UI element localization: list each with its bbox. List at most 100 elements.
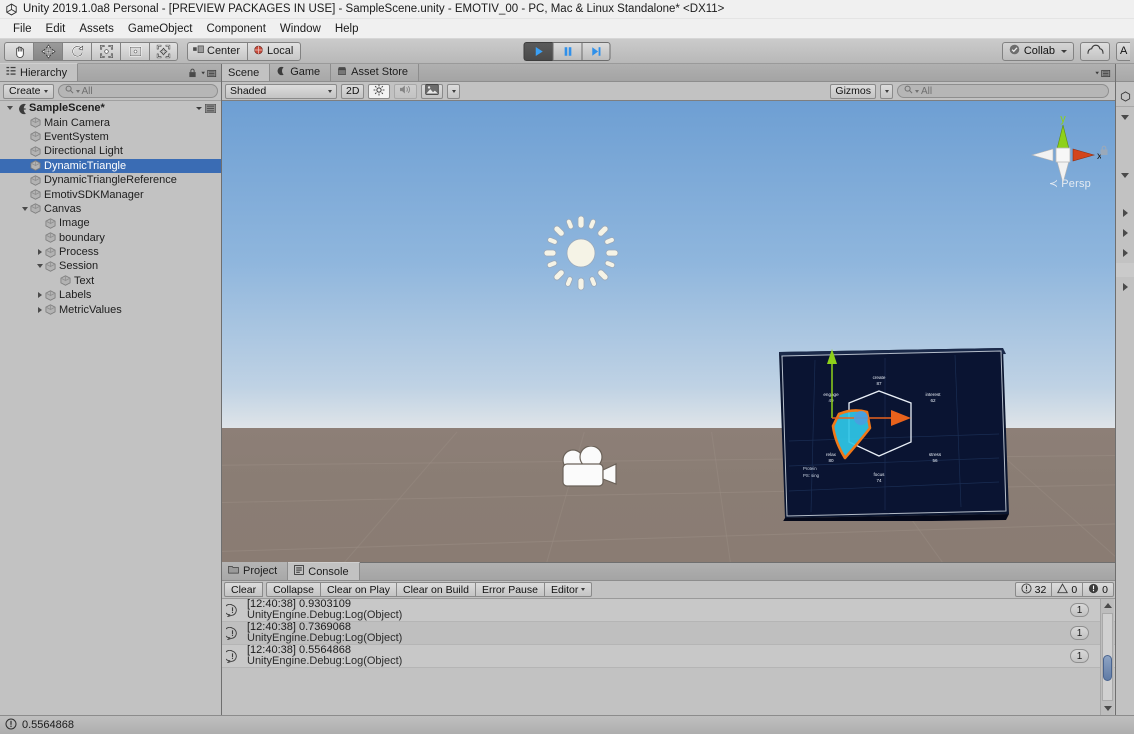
hierarchy-item-dynamictrianglereference[interactable]: DynamicTriangleReference: [0, 173, 221, 187]
lock-icon[interactable]: [188, 68, 197, 81]
scroll-up-arrow[interactable]: [1101, 599, 1114, 612]
gameobject-icon: [30, 131, 41, 143]
tab-asset-store[interactable]: Asset Store: [331, 63, 420, 81]
cloud-button[interactable]: [1080, 41, 1110, 61]
scroll-down-arrow[interactable]: [1101, 702, 1114, 715]
console-log-entry[interactable]: [12:40:38] 0.9303109 UnityEngine.Debug:Lo…: [222, 599, 1115, 622]
hierarchy-item-emotivsdkmanager[interactable]: EmotivSDKManager: [0, 187, 221, 201]
hierarchy-item-text[interactable]: Text: [0, 274, 221, 288]
toggle-effects-button[interactable]: [421, 83, 444, 99]
move-tool-button[interactable]: [33, 41, 62, 61]
projection-mode-label[interactable]: ≺ Persp: [1049, 177, 1091, 190]
scale-tool-button[interactable]: [91, 41, 120, 61]
inspector-foldout-6[interactable]: [1116, 277, 1134, 297]
gizmos-dropdown-arrow[interactable]: [880, 83, 893, 99]
directional-light-gizmo[interactable]: [542, 214, 620, 292]
toggle-audio-button[interactable]: [394, 83, 418, 99]
draw-mode-dropdown[interactable]: Shaded: [225, 83, 337, 99]
scene-search-input[interactable]: All: [897, 84, 1109, 98]
hierarchy-item-process[interactable]: Process: [0, 245, 221, 259]
hierarchy-item-directional-light[interactable]: Directional Light: [0, 144, 221, 158]
hierarchy-item-main-camera[interactable]: Main Camera: [0, 115, 221, 129]
hierarchy-item-labels[interactable]: Labels: [0, 288, 221, 302]
editor-dropdown[interactable]: Editor: [543, 582, 593, 597]
expander[interactable]: [34, 249, 45, 256]
tab-game[interactable]: Game: [270, 63, 332, 81]
inspector-tabstrip[interactable]: [1116, 64, 1134, 82]
play-button[interactable]: [523, 41, 553, 61]
error-count[interactable]: 0: [1082, 582, 1114, 597]
expander[interactable]: [4, 106, 15, 111]
menu-component[interactable]: Component: [199, 21, 272, 37]
hierarchy-panel: Hierarchy Create All SampleScene* Main C…: [0, 63, 222, 715]
emotiv-metrics-canvas[interactable]: create 87 interest 62 stress 56 focus 74 rel…: [775, 346, 1013, 523]
rect-tool-button[interactable]: [120, 41, 149, 61]
panel-menu-icon[interactable]: [201, 69, 217, 81]
inspector-foldout-1[interactable]: [1116, 107, 1134, 127]
menu-edit[interactable]: Edit: [39, 21, 73, 37]
scrollbar-thumb[interactable]: [1103, 655, 1112, 682]
hierarchy-item-session[interactable]: Session: [0, 259, 221, 273]
collab-button[interactable]: Collab: [1001, 41, 1074, 61]
expander[interactable]: [19, 206, 30, 211]
handle-mode-button[interactable]: Local: [247, 41, 302, 61]
gizmos-dropdown[interactable]: Gizmos: [830, 83, 876, 99]
hierarchy-item-dynamictriangle[interactable]: DynamicTriangle: [0, 158, 221, 173]
console-scrollbar[interactable]: [1100, 599, 1114, 715]
hierarchy-item-eventsystem[interactable]: EventSystem: [0, 130, 221, 144]
main-camera-gizmo[interactable]: [558, 445, 622, 491]
inspector-foldout-2[interactable]: [1116, 165, 1134, 185]
hierarchy-item-image[interactable]: Image: [0, 216, 221, 230]
warning-count[interactable]: 0: [1051, 582, 1084, 597]
hierarchy-search-input[interactable]: All: [57, 84, 218, 98]
inspector-foldout-4[interactable]: [1116, 223, 1134, 243]
info-count[interactable]: 32: [1014, 582, 1053, 597]
tab-scene[interactable]: Scene: [222, 63, 271, 81]
toggle-2d-button[interactable]: 2D: [341, 83, 365, 99]
panel-menu-icon[interactable]: [1095, 69, 1111, 81]
clear-on-build-button[interactable]: Clear on Build: [395, 582, 476, 597]
console-log-list[interactable]: [12:40:38] 0.9303109 UnityEngine.Debug:Lo…: [222, 599, 1115, 715]
expander[interactable]: [34, 264, 45, 269]
menu-assets[interactable]: Assets: [72, 21, 121, 37]
inspector-component-header[interactable]: [1116, 86, 1134, 106]
scrollbar-track[interactable]: [1102, 613, 1113, 701]
step-button[interactable]: [581, 41, 611, 61]
account-button[interactable]: A: [1116, 41, 1130, 61]
error-pause-button[interactable]: Error Pause: [474, 582, 545, 597]
collapse-button[interactable]: Collapse: [266, 582, 321, 597]
menu-file[interactable]: File: [6, 21, 39, 37]
tab-hierarchy[interactable]: Hierarchy: [0, 63, 79, 81]
expander[interactable]: [34, 292, 45, 299]
console-log-entry[interactable]: [12:40:38] 0.5564868 UnityEngine.Debug:Lo…: [222, 644, 1115, 668]
console-entry-text: [12:40:38] 0.5564868 UnityEngine.Debug:Lo…: [242, 644, 402, 668]
hierarchy-tree[interactable]: SampleScene* Main Camera EventSystem Direct…: [0, 101, 221, 715]
menu-window[interactable]: Window: [273, 21, 328, 37]
scene-lock-icon[interactable]: [1099, 145, 1109, 159]
inspector-foldout-5[interactable]: [1116, 243, 1134, 263]
rotate-tool-button[interactable]: [62, 41, 91, 61]
toggle-lighting-button[interactable]: [368, 83, 391, 99]
console-log-entry[interactable]: [12:40:38] 0.7369068 UnityEngine.Debug:Lo…: [222, 621, 1115, 645]
hierarchy-item-samplescene[interactable]: SampleScene*: [0, 101, 221, 115]
status-bar[interactable]: 0.5564868: [0, 715, 1134, 734]
menu-help[interactable]: Help: [328, 21, 366, 37]
hand-tool-button[interactable]: [4, 41, 33, 61]
scene-viewport[interactable]: create 87 interest 62 stress 56 focus 74 rel…: [222, 101, 1115, 562]
transform-tool-button[interactable]: [149, 41, 178, 61]
pause-button[interactable]: [552, 41, 582, 61]
inspector-foldout-3[interactable]: [1116, 203, 1134, 223]
hierarchy-item-canvas[interactable]: Canvas: [0, 202, 221, 216]
scene-context-menu-icon[interactable]: [196, 103, 221, 113]
tab-project[interactable]: Project: [222, 562, 289, 580]
hierarchy-item-metricvalues[interactable]: MetricValues: [0, 302, 221, 316]
hierarchy-item-boundary[interactable]: boundary: [0, 231, 221, 245]
effects-dropdown[interactable]: [447, 83, 461, 99]
tab-console[interactable]: Console: [288, 562, 360, 580]
expander[interactable]: [34, 306, 45, 313]
create-button[interactable]: Create: [3, 83, 54, 99]
pivot-mode-button[interactable]: Center: [187, 41, 248, 61]
clear-button[interactable]: Clear: [224, 582, 264, 597]
menu-gameobject[interactable]: GameObject: [121, 21, 200, 37]
clear-on-play-button[interactable]: Clear on Play: [319, 582, 397, 597]
